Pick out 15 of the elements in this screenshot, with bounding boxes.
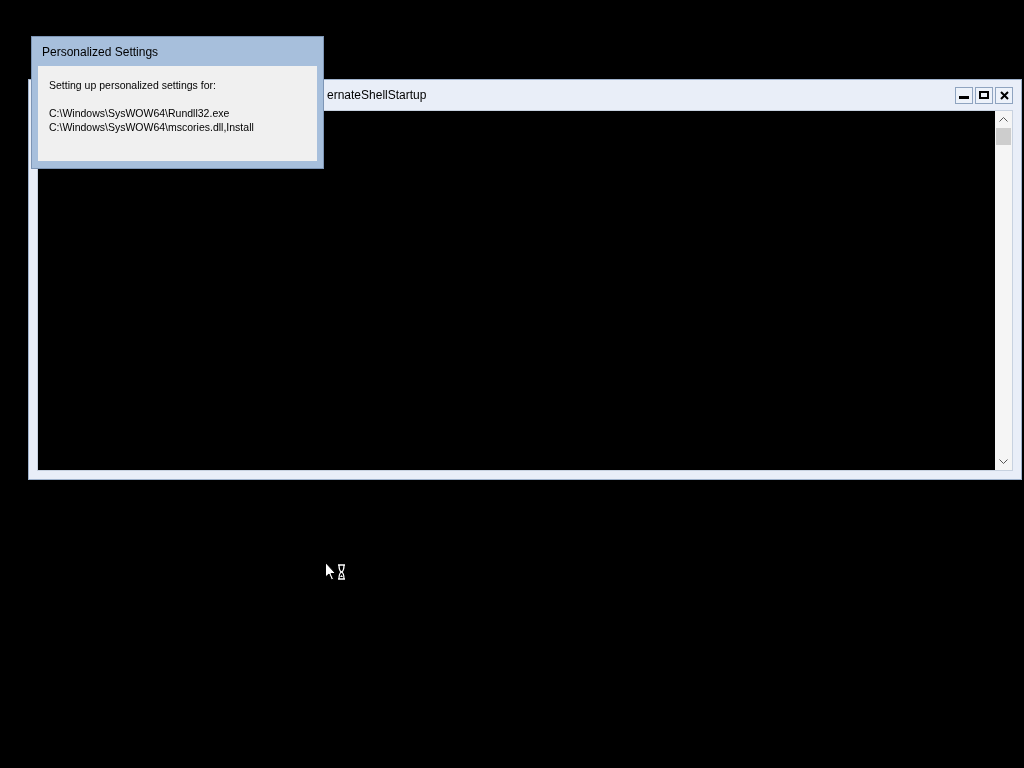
popup-message: Setting up personalized settings for: <box>49 78 217 92</box>
file-path: C:\Windows\SysWOW64\mscories.dll,Install <box>49 120 255 134</box>
window-title: ernateShellStartup <box>327 88 428 102</box>
popup-title: Personalized Settings <box>42 44 159 59</box>
maximize-icon <box>979 91 989 99</box>
file-path: C:\Windows\SysWOW64\Rundll32.exe <box>49 106 231 120</box>
close-button[interactable] <box>995 86 1013 104</box>
scroll-thumb[interactable] <box>996 128 1011 145</box>
scroll-up-icon[interactable] <box>999 117 1008 122</box>
close-icon <box>999 90 1009 100</box>
minimize-button[interactable] <box>955 86 973 104</box>
maximize-button[interactable] <box>975 86 993 104</box>
busy-cursor-icon <box>325 562 347 583</box>
scrollbar[interactable] <box>995 111 1012 470</box>
scroll-down-icon[interactable] <box>999 459 1008 464</box>
